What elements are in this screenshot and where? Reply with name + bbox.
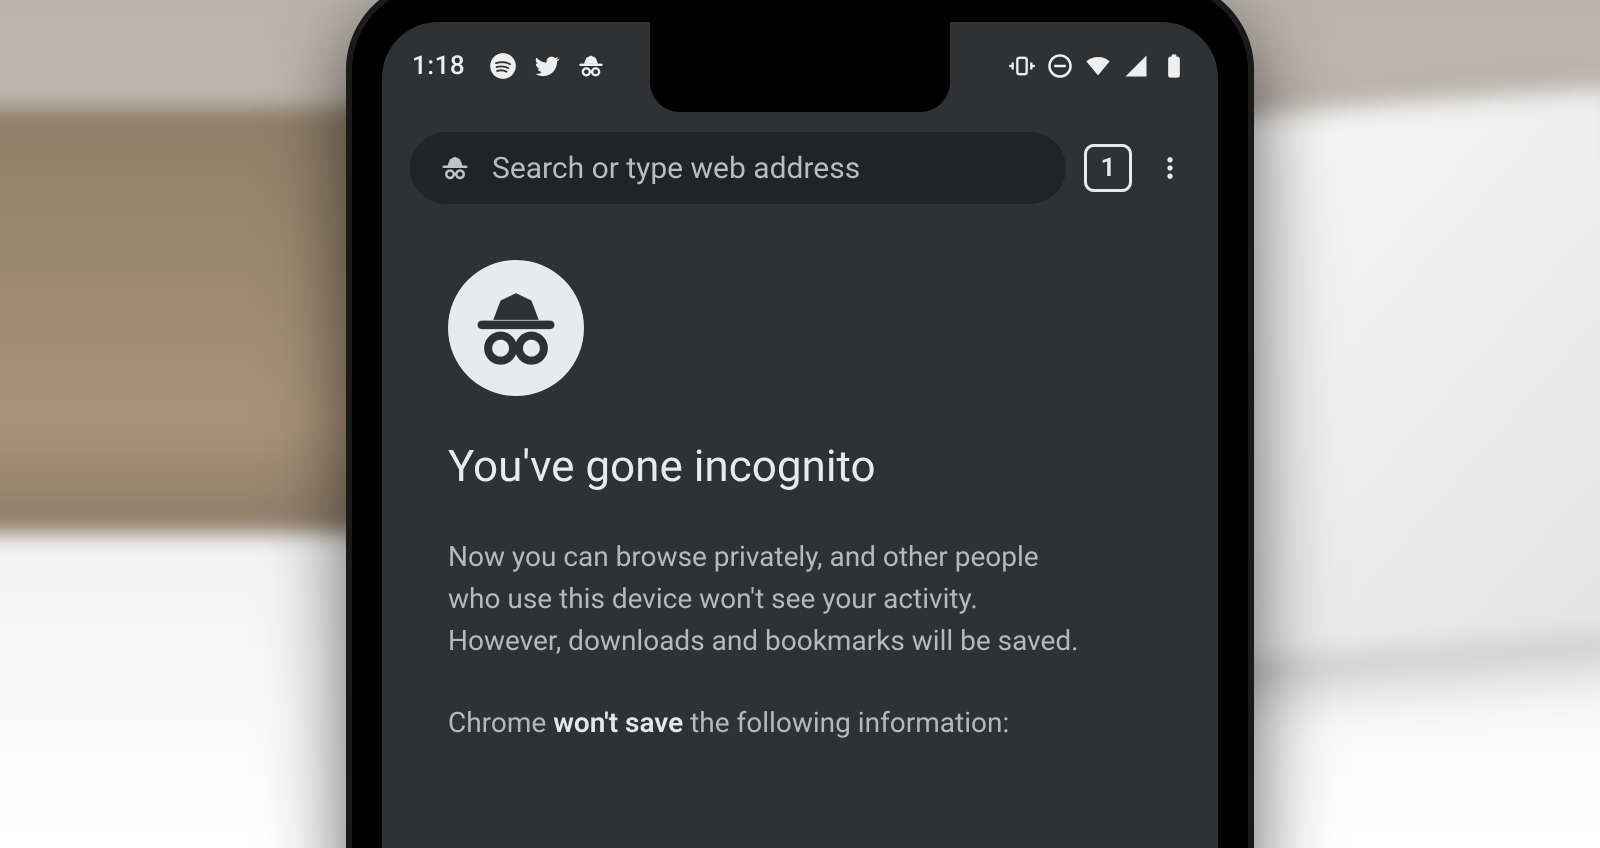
do-not-disturb-icon <box>1046 52 1074 80</box>
wifi-icon <box>1084 52 1112 80</box>
browser-toolbar: Search or type web address 1 <box>382 110 1218 214</box>
twitter-icon <box>533 52 561 80</box>
display-notch <box>650 22 950 112</box>
status-clock: 1:18 <box>412 51 465 81</box>
text-pre: Chrome <box>448 706 553 739</box>
incognito-icon <box>440 153 470 183</box>
tab-count: 1 <box>1101 153 1116 183</box>
address-bar[interactable]: Search or type web address <box>410 132 1066 204</box>
incognito-hero-icon <box>448 260 584 396</box>
status-bar-left: 1:18 <box>412 51 605 81</box>
page-title: You've gone incognito <box>448 440 1152 492</box>
incognito-icon <box>577 52 605 80</box>
page-wont-save-text: Chrome won't save the following informat… <box>448 702 1152 744</box>
more-menu-button[interactable] <box>1150 144 1190 192</box>
vibrate-icon <box>1008 52 1036 80</box>
incognito-landing: You've gone incognito Now you can browse… <box>382 214 1218 744</box>
phone-frame: 1:18 <box>346 0 1254 848</box>
phone-screen: 1:18 <box>382 22 1218 848</box>
tab-switcher-button[interactable]: 1 <box>1084 144 1132 192</box>
spotify-icon <box>489 52 517 80</box>
battery-icon <box>1160 52 1188 80</box>
more-vertical-icon <box>1156 154 1184 182</box>
status-bar-right <box>1008 52 1188 80</box>
cell-signal-icon <box>1122 52 1150 80</box>
page-intro-text: Now you can browse privately, and other … <box>448 536 1088 662</box>
text-bold: won't save <box>553 706 683 739</box>
text-post: the following information: <box>683 706 1009 739</box>
address-bar-placeholder: Search or type web address <box>492 151 860 186</box>
